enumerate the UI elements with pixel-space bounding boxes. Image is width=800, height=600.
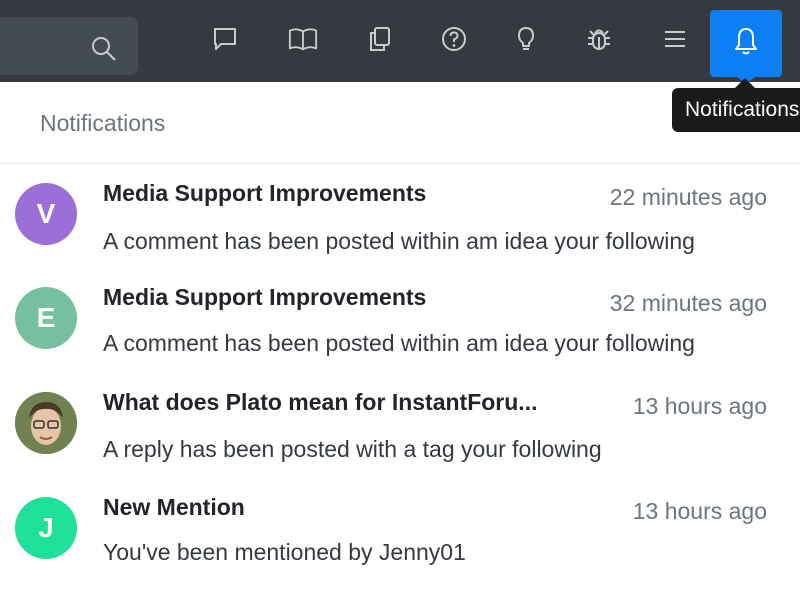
notification-item[interactable]: What does Plato mean for InstantForu... … bbox=[0, 378, 800, 482]
top-toolbar bbox=[0, 0, 800, 82]
menu-icon[interactable] bbox=[660, 24, 690, 54]
notifications-button[interactable] bbox=[710, 10, 782, 77]
notification-time: 13 hours ago bbox=[632, 393, 767, 419]
notification-body: A reply has been posted with a tag your … bbox=[103, 436, 602, 462]
notification-body: You've been mentioned by Jenny01 bbox=[103, 539, 466, 565]
search-icon[interactable] bbox=[90, 35, 118, 63]
tooltip-arrow bbox=[735, 78, 755, 88]
bell-icon bbox=[732, 26, 760, 61]
book-icon[interactable] bbox=[288, 24, 318, 54]
notification-item[interactable]: E Media Support Improvements 32 minutes … bbox=[0, 272, 800, 376]
help-icon[interactable] bbox=[439, 24, 469, 54]
notification-title: What does Plato mean for InstantForu... bbox=[103, 389, 538, 415]
notification-item[interactable]: V Media Support Improvements 22 minutes … bbox=[0, 168, 800, 272]
avatar: J bbox=[15, 497, 77, 559]
notification-item[interactable]: J New Mention 13 hours ago You've been m… bbox=[0, 482, 800, 586]
chat-icon[interactable] bbox=[210, 24, 240, 54]
panel-title: Notifications bbox=[40, 110, 166, 136]
avatar: E bbox=[15, 287, 77, 349]
notification-body: A comment has been posted within am idea… bbox=[103, 330, 695, 356]
lightbulb-icon[interactable] bbox=[511, 24, 541, 54]
copy-icon[interactable] bbox=[365, 24, 395, 54]
notification-title: Media Support Improvements bbox=[103, 284, 427, 310]
avatar bbox=[15, 392, 77, 454]
notification-time: 13 hours ago bbox=[632, 498, 767, 524]
notification-body: A comment has been posted within am idea… bbox=[103, 228, 695, 254]
user-photo bbox=[15, 392, 77, 454]
notification-title: New Mention bbox=[103, 494, 245, 520]
bug-icon[interactable] bbox=[584, 24, 614, 54]
notification-time: 32 minutes ago bbox=[609, 290, 767, 316]
avatar: V bbox=[15, 183, 77, 245]
tooltip: Notifications bbox=[672, 88, 800, 132]
notification-time: 22 minutes ago bbox=[609, 184, 767, 210]
notification-title: Media Support Improvements bbox=[103, 180, 427, 206]
